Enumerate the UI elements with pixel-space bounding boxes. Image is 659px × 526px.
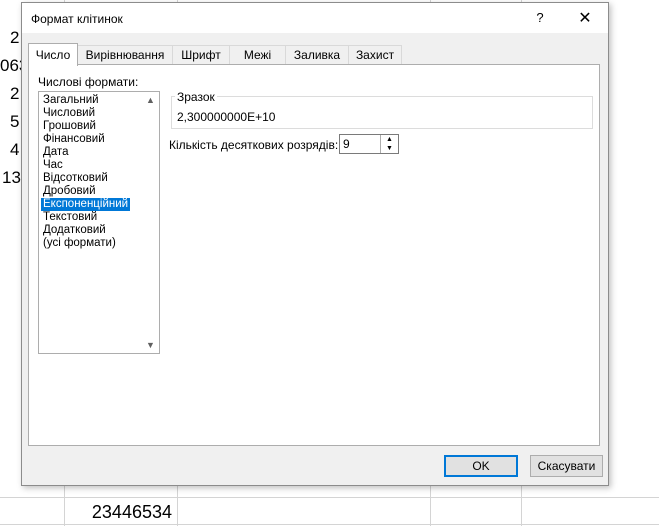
- sample-value: 2,300000000E+10: [177, 110, 276, 124]
- dialog-title: Формат клітинок: [31, 12, 123, 26]
- list-item[interactable]: Дробовий: [41, 185, 98, 198]
- row-gridline: [0, 497, 659, 498]
- tab-protection[interactable]: Захист: [348, 45, 402, 64]
- stepper-buttons: ▲ ▼: [380, 135, 398, 153]
- list-scrollbar[interactable]: ▲ ▼: [142, 92, 159, 353]
- list-item[interactable]: (усі формати): [41, 237, 118, 250]
- list-item[interactable]: Додатковий: [41, 224, 108, 237]
- close-button[interactable]: ✕: [574, 8, 596, 30]
- cell-value[interactable]: 23446534: [64, 500, 176, 525]
- cell-fragment[interactable]: 13: [2, 168, 21, 188]
- list-item[interactable]: Текстовий: [41, 211, 99, 224]
- decimal-places-label: Кількість десяткових розрядів:: [169, 138, 339, 152]
- list-item[interactable]: Фінансовий: [41, 133, 107, 146]
- tab-fill[interactable]: Заливка: [285, 45, 349, 64]
- tab-alignment[interactable]: Вирівнювання: [77, 45, 173, 64]
- list-item[interactable]: Відсотковий: [41, 172, 110, 185]
- list-item[interactable]: Загальний: [41, 94, 101, 107]
- cell-fragment[interactable]: 5: [10, 112, 19, 132]
- number-tab-panel: Числові формати: Загальний Числовий Грош…: [28, 64, 600, 446]
- list-item[interactable]: Час: [41, 159, 65, 172]
- ok-button[interactable]: OK: [444, 455, 518, 477]
- list-item[interactable]: Грошовий: [41, 120, 98, 133]
- decimal-places-stepper[interactable]: 9 ▲ ▼: [339, 134, 399, 154]
- cell-fragment[interactable]: 2: [10, 84, 19, 104]
- sample-label: Зразок: [175, 90, 217, 104]
- tab-number[interactable]: Число: [28, 43, 78, 66]
- list-item-selected[interactable]: Експоненційний: [41, 198, 131, 211]
- cell-fragment[interactable]: 4: [10, 140, 19, 160]
- scroll-down-icon[interactable]: ▼: [145, 340, 156, 350]
- increment-icon[interactable]: ▲: [381, 135, 398, 144]
- decrement-icon[interactable]: ▼: [381, 144, 398, 153]
- category-label: Числові формати:: [38, 75, 139, 89]
- category-list[interactable]: Загальний Числовий Грошовий Фінансовий Д…: [38, 91, 160, 354]
- help-button[interactable]: ?: [530, 10, 550, 28]
- format-cells-dialog: Формат клітинок ? ✕ Число Вирівнювання Ш…: [21, 2, 609, 486]
- decimal-places-value[interactable]: 9: [343, 137, 350, 151]
- list-item[interactable]: Числовий: [41, 107, 97, 120]
- tab-font[interactable]: Шрифт: [172, 45, 230, 64]
- scroll-up-icon[interactable]: ▲: [145, 95, 156, 105]
- cancel-button[interactable]: Скасувати: [530, 455, 603, 477]
- list-item[interactable]: Дата: [41, 146, 70, 159]
- dialog-titlebar[interactable]: Формат клітинок ? ✕: [22, 3, 608, 33]
- cell-fragment[interactable]: 2: [10, 28, 19, 48]
- tab-border[interactable]: Межі: [229, 45, 286, 64]
